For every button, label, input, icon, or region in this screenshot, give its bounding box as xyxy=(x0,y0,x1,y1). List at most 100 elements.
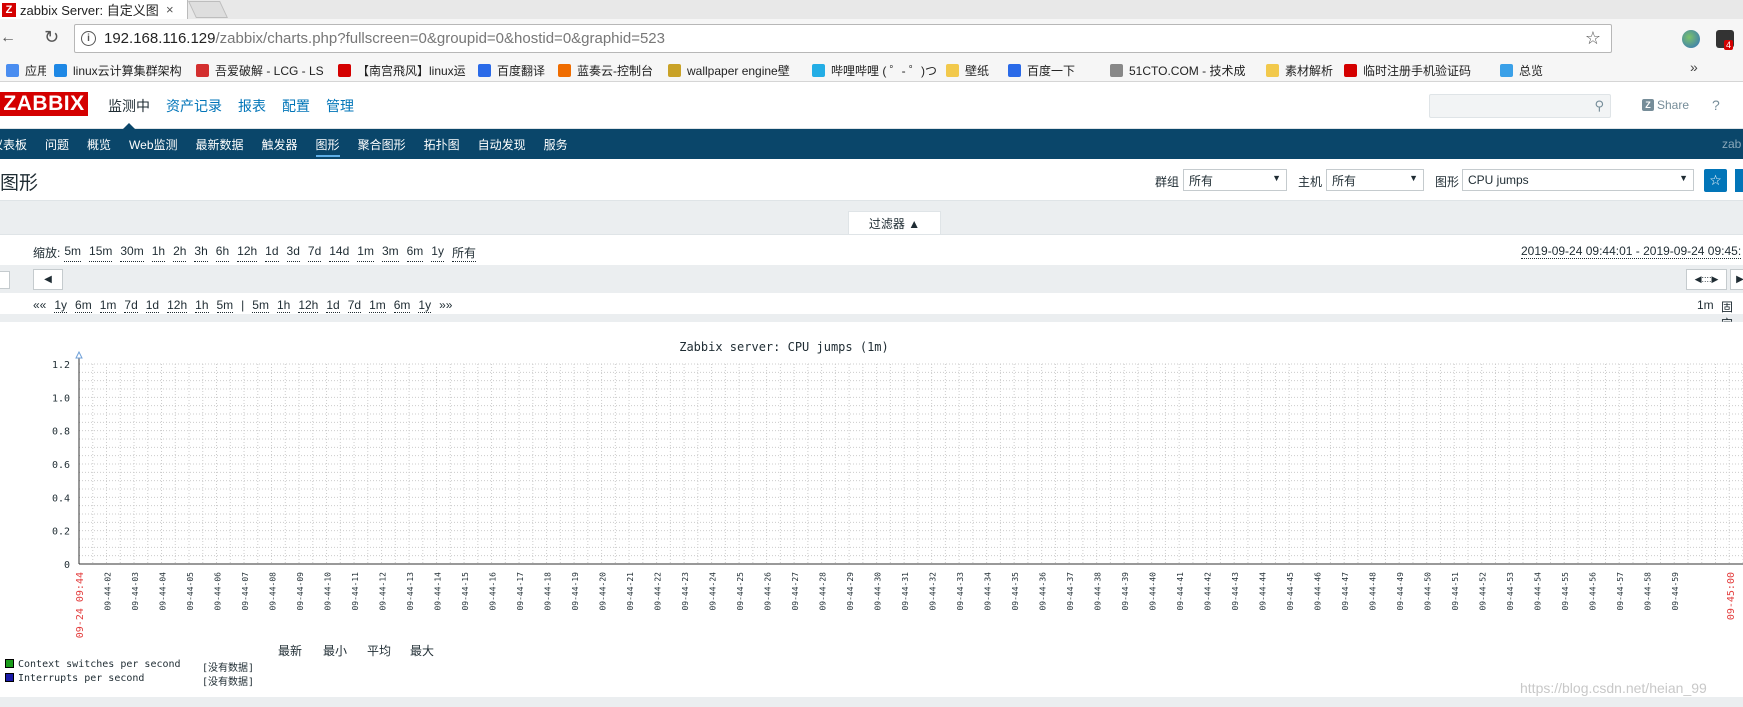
bookmark-item[interactable]: 总览 xyxy=(1500,62,1550,79)
zabbix-logo[interactable]: ZABBIX xyxy=(0,92,88,116)
bookmark-item[interactable]: 吾爱破解 - LCG - LS xyxy=(196,62,330,79)
zoom-option[interactable]: 1y xyxy=(431,244,444,262)
nav-last[interactable]: »» xyxy=(439,298,452,313)
sub-menu-item[interactable]: 图形 xyxy=(307,129,349,159)
bookmark-item[interactable]: 蓝奏云-控制台 xyxy=(558,62,660,79)
nav-back-option[interactable]: 5m xyxy=(216,298,234,313)
x-tick-label: 09-44-16 xyxy=(489,572,498,611)
sub-menu-item[interactable]: 仪表板 xyxy=(0,129,36,159)
sub-menu-item[interactable]: 自动发现 xyxy=(469,129,535,159)
bookmark-item[interactable]: 哔哩哔哩 ( ゜- ゜)つロ xyxy=(812,62,938,79)
main-menu-item[interactable]: 管理 xyxy=(318,82,362,129)
url-host: 192.168.116.129 xyxy=(104,30,216,47)
extension-globe-icon[interactable] xyxy=(1682,30,1700,48)
zoom-option[interactable]: 6m xyxy=(406,244,424,262)
legend-item: Interrupts per second [没有数据] xyxy=(5,673,254,688)
zoom-option[interactable]: 所有 xyxy=(451,244,476,262)
x-tick-label: 09-44-57 xyxy=(1616,572,1625,611)
main-menu-item[interactable]: 配置 xyxy=(274,82,318,129)
bookmark-item[interactable]: 壁纸 xyxy=(946,62,1000,79)
reload-icon[interactable]: ↻ xyxy=(44,27,59,48)
zoom-option[interactable]: 3d xyxy=(286,244,300,262)
bookmarks-more-icon[interactable]: » xyxy=(1690,59,1698,75)
nav-back-option[interactable]: 6m xyxy=(75,298,92,313)
y-tick-label: 1.0 xyxy=(52,393,70,404)
zoom-option[interactable]: 2h xyxy=(173,244,187,262)
nav-forward-option[interactable]: 1h xyxy=(276,298,291,313)
info-icon[interactable]: i xyxy=(81,31,96,46)
bookmark-item[interactable]: wallpaper engine壁 xyxy=(668,62,804,79)
page-header: 图形 群组 所有 ▼ 主机 所有 ▼ 图形 CPU jumps ▼ ☆ xyxy=(0,159,1743,201)
graph-select[interactable]: CPU jumps ▼ xyxy=(1462,169,1694,191)
nav-forward-option[interactable]: 5m xyxy=(252,298,269,313)
bookmark-item[interactable]: linux云计算集群架构 xyxy=(54,62,188,79)
slider-right-button[interactable]: ▶ xyxy=(1730,269,1743,290)
main-menu-item[interactable]: 资产记录 xyxy=(158,82,230,129)
bookmark-label: 百度一下 xyxy=(1027,63,1076,78)
filter-tab[interactable]: 过滤器 ▲ xyxy=(848,211,941,235)
zoom-option[interactable]: 12h xyxy=(237,244,258,262)
group-select[interactable]: 所有 ▼ xyxy=(1183,169,1287,191)
slider-handle[interactable]: ◀::::▶ xyxy=(1686,269,1727,290)
nav-forward-option[interactable]: 7d xyxy=(347,298,362,313)
sub-menu-item[interactable]: Web监测 xyxy=(120,129,186,159)
search-icon[interactable]: ⚲ xyxy=(1594,98,1604,114)
zoom-option[interactable]: 30m xyxy=(120,244,144,262)
bookmark-item[interactable]: 【南宫飛风】linux运 xyxy=(338,62,470,79)
fullscreen-button[interactable] xyxy=(1735,169,1743,192)
sub-menu-item[interactable]: 聚合图形 xyxy=(349,129,415,159)
nav-back-option[interactable]: 1h xyxy=(195,298,209,313)
sub-menu-item[interactable]: 概览 xyxy=(78,129,120,159)
nav-forward-option[interactable]: 12h xyxy=(298,298,319,313)
add-favorite-button[interactable]: ☆ xyxy=(1704,169,1727,192)
nav-back-option[interactable]: 7d xyxy=(124,298,138,313)
nav-forward-option[interactable]: 6m xyxy=(393,298,411,313)
bookmark-item[interactable]: 应用 xyxy=(6,62,46,79)
address-bar[interactable]: i 192.168.116.129/zabbix/charts.php?full… xyxy=(74,24,1612,53)
main-menu-item[interactable]: 监测中 xyxy=(100,82,158,130)
close-icon[interactable]: × xyxy=(166,2,174,17)
zoom-option[interactable]: 6h xyxy=(215,244,230,262)
bookmark-item[interactable]: 临时注册手机验证码 xyxy=(1344,62,1492,79)
zoom-option[interactable]: 14d xyxy=(329,244,350,262)
sub-menu-item[interactable]: 拓扑图 xyxy=(415,129,469,159)
nav-forward-option[interactable]: 1m xyxy=(369,298,386,313)
zoom-option[interactable]: 7d xyxy=(307,244,322,262)
nav-back-option[interactable]: 1m xyxy=(99,298,117,313)
cpu-jumps-chart[interactable]: Zabbix server: CPU jumps (1m) 0 0.2 0.4 0.6… xyxy=(0,322,1743,697)
nav-forward-option[interactable]: 1d xyxy=(326,298,340,313)
nav-back-option[interactable]: 12h xyxy=(167,298,188,313)
zoom-option[interactable]: 1d xyxy=(265,244,279,262)
zoom-option[interactable]: 1m xyxy=(357,244,374,262)
help-icon[interactable]: ? xyxy=(1712,97,1720,113)
bookmark-item[interactable]: 百度翻译 xyxy=(478,62,550,79)
new-tab-button[interactable] xyxy=(188,1,228,18)
slider-left-button[interactable]: ◀ xyxy=(33,269,63,290)
zoom-option[interactable]: 3m xyxy=(381,244,399,262)
browser-tab[interactable]: Z zabbix Server: 自定义图 × xyxy=(0,0,188,19)
back-arrow-icon[interactable]: ← xyxy=(0,29,16,47)
nav-first[interactable]: «« xyxy=(33,298,46,313)
zoom-option[interactable]: 5m xyxy=(64,244,82,262)
share-button[interactable]: Z Share xyxy=(1642,98,1689,112)
main-menu-item[interactable]: 报表 xyxy=(230,82,274,129)
bookmark-star-icon[interactable]: ☆ xyxy=(1585,28,1601,49)
sub-menu-item[interactable]: 服务 xyxy=(535,129,577,159)
sub-menu-item[interactable]: 触发器 xyxy=(253,129,307,159)
bookmark-item[interactable]: 百度一下 xyxy=(1008,62,1102,79)
search-input[interactable]: ⚲ xyxy=(1429,94,1611,118)
nav-forward-option[interactable]: 1y xyxy=(418,298,432,313)
bookmark-item[interactable]: 素材解析 xyxy=(1266,62,1336,79)
user-name[interactable]: zab xyxy=(1722,137,1741,151)
sub-menu-item[interactable]: 最新数据 xyxy=(187,129,253,159)
zoom-option[interactable]: 15m xyxy=(89,244,113,262)
bookmark-item[interactable]: 51CTO.COM - 技术成 xyxy=(1110,62,1258,79)
nav-back-option[interactable]: 1d xyxy=(145,298,160,313)
zoom-option[interactable]: 1h xyxy=(151,244,166,262)
zoom-option[interactable]: 3h xyxy=(194,244,208,262)
time-range[interactable]: 2019-09-24 09:44:01 - 2019-09-24 09:45: xyxy=(1521,244,1742,259)
host-select[interactable]: 所有 ▼ xyxy=(1326,169,1424,191)
sub-menu-item[interactable]: 问题 xyxy=(36,129,78,159)
nav-back-option[interactable]: 1y xyxy=(54,298,68,313)
timeline-slider[interactable]: ◀ ◀::::▶ ▶ xyxy=(0,265,1743,293)
